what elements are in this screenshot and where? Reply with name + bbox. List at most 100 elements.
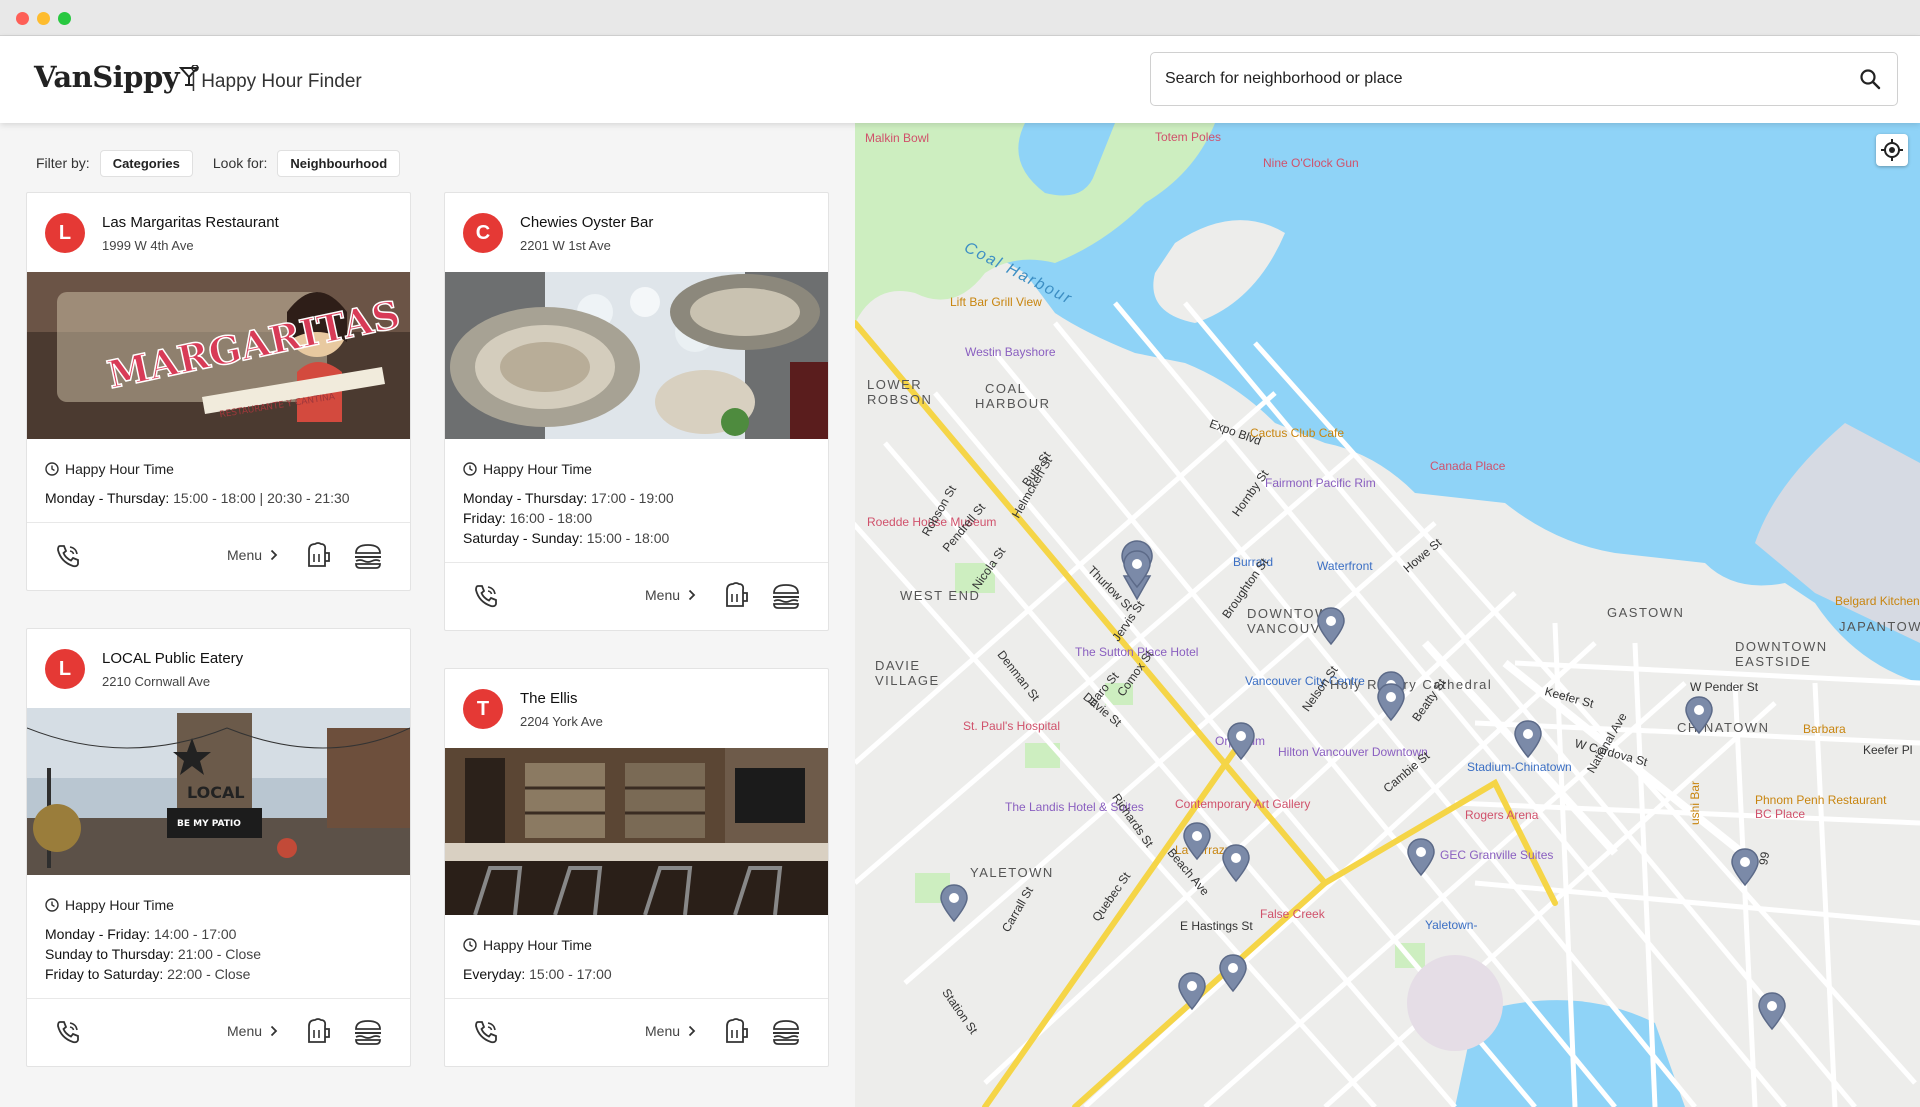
minimize-window-button[interactable] [37, 12, 50, 25]
hours-day: Sunday to Thursday: [45, 946, 174, 962]
card-body: Happy Hour Time Monday - Thursday: 15:00… [27, 439, 410, 522]
map-pin-icon[interactable] [1316, 606, 1346, 646]
map-label: BC Place [1755, 807, 1806, 821]
beer-mug-icon[interactable] [305, 541, 331, 569]
phone-icon[interactable] [55, 1019, 81, 1045]
card-body: Happy Hour Time Monday - Friday: 14:00 -… [27, 875, 410, 998]
venue-card[interactable]: L LOCAL Public Eatery 2210 Cornwall Ave … [26, 628, 411, 1067]
map-label: Yaletown- [1425, 918, 1478, 932]
map-pin-icon[interactable] [1684, 695, 1714, 735]
photo-sign-text: LOCAL [187, 783, 245, 802]
crosshair-icon [1881, 139, 1903, 161]
menu-link[interactable]: Menu [645, 1023, 696, 1039]
map-pin-icon[interactable] [1182, 821, 1212, 861]
logo[interactable]: VanSippy [34, 60, 200, 94]
venue-card[interactable]: L Las Margaritas Restaurant 1999 W 4th A… [26, 192, 411, 591]
categories-filter-button[interactable]: Categories [99, 149, 193, 177]
hours-day: Friday to Saturday: [45, 966, 164, 982]
hours-day: Monday - Thursday: [45, 490, 170, 506]
burger-icon[interactable] [771, 583, 801, 609]
hours-day: Friday: [463, 510, 506, 526]
card-actions: Menu [27, 522, 410, 590]
burger-icon[interactable] [353, 1019, 383, 1045]
hours-day: Monday - Thursday: [463, 490, 588, 506]
chevron-right-icon [688, 589, 696, 601]
menu-label: Menu [227, 1023, 263, 1039]
beer-mug-icon[interactable] [305, 1017, 331, 1045]
window-titlebar [0, 0, 1920, 36]
map-label: Nine O'Clock Gun [1263, 156, 1359, 170]
map-pin-icon[interactable] [939, 883, 969, 923]
beer-mug-icon[interactable] [723, 1017, 749, 1045]
card-body: Happy Hour Time Everyday: 15:00 - 17:00 [445, 915, 828, 998]
hours-line: Friday: 16:00 - 18:00 [463, 508, 810, 528]
map-pin-icon[interactable] [1221, 843, 1251, 883]
happy-hour-label: Happy Hour Time [65, 461, 174, 477]
maximize-window-button[interactable] [58, 12, 71, 25]
menu-link[interactable]: Menu [227, 547, 278, 563]
map-label: Stadium-Chinatown [1467, 760, 1572, 774]
venue-address: 2210 Cornwall Ave [102, 674, 211, 689]
map-label: DOWNTOWN [1735, 639, 1828, 654]
venue-name[interactable]: Chewies Oyster Bar [520, 214, 653, 231]
venue-name[interactable]: Las Margaritas Restaurant [102, 214, 279, 231]
map-label: ushi Bar [1688, 780, 1702, 825]
search-box[interactable] [1150, 52, 1898, 106]
search-input[interactable] [1165, 53, 1815, 105]
map-label: Westin Bayshore [965, 345, 1056, 359]
beer-mug-icon[interactable] [723, 581, 749, 609]
venue-name[interactable]: The Ellis [520, 690, 578, 707]
map-pin-icon[interactable] [1122, 549, 1152, 589]
venue-photo [445, 748, 828, 915]
chevron-right-icon [270, 1025, 278, 1037]
map-pin-icon[interactable] [1218, 953, 1248, 993]
card-actions: Menu [445, 562, 828, 630]
map-view[interactable]: Malkin Bowl Totem Poles Nine O'Clock Gun Co… [855, 123, 1920, 1107]
look-for-label: Look for: [212, 155, 268, 171]
map-pin-icon[interactable] [1177, 971, 1207, 1011]
search-icon[interactable] [1859, 68, 1881, 90]
map-label: False Creek [1260, 907, 1325, 921]
burger-icon[interactable] [771, 1019, 801, 1045]
map-pin-icon[interactable] [1757, 991, 1787, 1031]
clock-icon [45, 462, 59, 476]
map-pin-icon[interactable] [1406, 837, 1436, 877]
map-label: Contemporary Art Gallery [1175, 797, 1311, 811]
happy-hour-label: Happy Hour Time [65, 897, 174, 913]
photo-patio-text: BE MY PATIO [177, 819, 241, 829]
hours-line: Monday - Thursday: 15:00 - 18:00 | 20:30… [45, 488, 392, 508]
map-pin-icon[interactable] [1376, 682, 1406, 722]
phone-icon[interactable] [473, 583, 499, 609]
card-header: C Chewies Oyster Bar 2201 W 1st Ave [445, 193, 828, 272]
clock-icon [463, 462, 477, 476]
happy-hour-label: Happy Hour Time [483, 461, 592, 477]
map-label: E Hastings St [1180, 919, 1253, 933]
venue-card[interactable]: T The Ellis 2204 York Ave Happy Hour Tim… [444, 668, 829, 1067]
close-window-button[interactable] [16, 12, 29, 25]
phone-icon[interactable] [55, 543, 81, 569]
menu-link[interactable]: Menu [227, 1023, 278, 1039]
happy-hour-heading: Happy Hour Time [463, 935, 810, 955]
hours-line: Sunday to Thursday: 21:00 - Close [45, 944, 392, 964]
venue-photo: MARGARITAS RESTAURANTE Y CANTINA [27, 272, 410, 439]
card-actions: Menu [27, 998, 410, 1066]
map-pin-icon[interactable] [1513, 719, 1543, 759]
phone-icon[interactable] [473, 1019, 499, 1045]
map-label: COAL [985, 381, 1027, 396]
venue-name[interactable]: LOCAL Public Eatery [102, 650, 243, 667]
map-pin-icon[interactable] [1226, 721, 1256, 761]
map-label: WEST END [900, 588, 981, 603]
venue-card[interactable]: C Chewies Oyster Bar 2201 W 1st Ave Happ… [444, 192, 829, 631]
map-label: Phnom Penh Restaurant [1755, 793, 1887, 807]
map-label: Holy Rosary Cathedral [1330, 677, 1493, 692]
card-header: L Las Margaritas Restaurant 1999 W 4th A… [27, 193, 410, 272]
hours-day: Saturday - Sunday: [463, 530, 583, 546]
happy-hour-heading: Happy Hour Time [45, 459, 392, 479]
map-label: YALETOWN [970, 865, 1054, 880]
hours-time: 17:00 - 19:00 [591, 490, 674, 506]
burger-icon[interactable] [353, 543, 383, 569]
locate-me-button[interactable] [1876, 134, 1908, 166]
neighbourhood-filter-button[interactable]: Neighbourhood [277, 149, 401, 177]
menu-link[interactable]: Menu [645, 587, 696, 603]
map-pin-icon[interactable] [1730, 847, 1760, 887]
